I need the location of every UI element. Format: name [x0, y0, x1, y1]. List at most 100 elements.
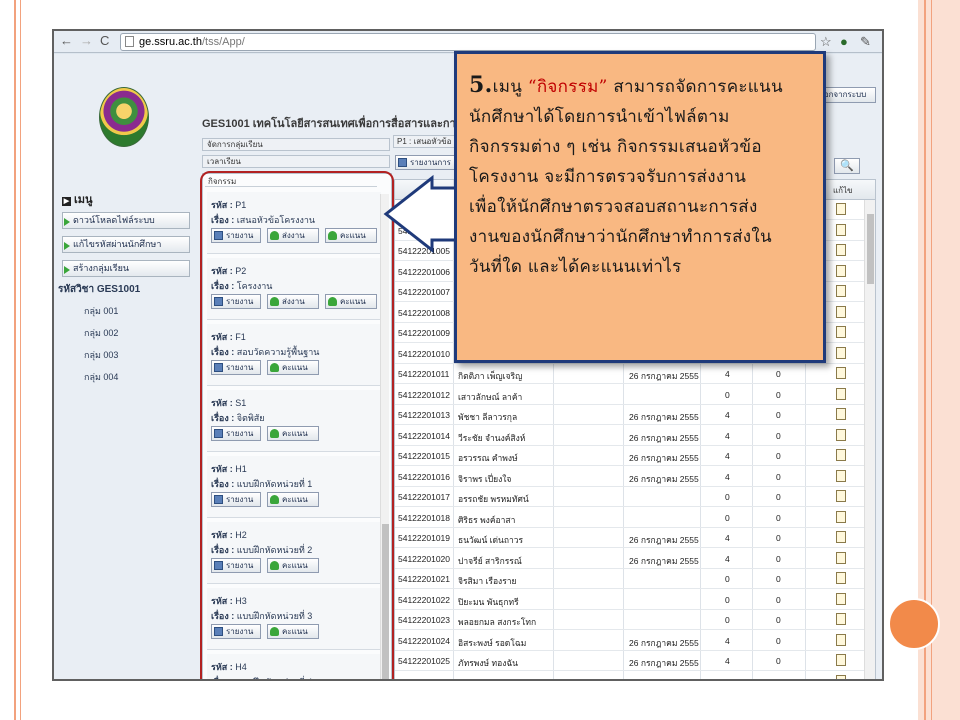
- edit-icon[interactable]: [836, 592, 846, 605]
- search-icon[interactable]: 🔍: [834, 158, 860, 174]
- edit-icon[interactable]: [836, 285, 846, 297]
- menu-title-label: เมนู: [74, 194, 93, 206]
- reload-icon[interactable]: C: [100, 33, 109, 48]
- submit-count: 4: [725, 369, 730, 379]
- edit-icon[interactable]: [836, 264, 846, 277]
- student-id: 54122201021: [398, 574, 451, 584]
- edit-icon[interactable]: [836, 531, 846, 543]
- header-edit: แก้ไข: [833, 186, 853, 195]
- report-button[interactable]: รายงานการ: [395, 155, 461, 170]
- score-value: 0: [776, 430, 781, 441]
- edit-icon[interactable]: [836, 510, 846, 523]
- score-value: 0: [776, 553, 781, 564]
- extension-icon[interactable]: ●: [840, 34, 848, 49]
- student-name: อิสระพงษ์ รอดโฉม: [458, 637, 527, 648]
- browser-toolbar: ← → C ge.ssru.ac.th/tss/App/ ☆ ● ✎: [54, 31, 882, 53]
- score-value: 0: [776, 410, 781, 420]
- student-id: 54122201014: [398, 430, 451, 441]
- edit-icon[interactable]: [836, 490, 846, 502]
- table-row: 54122201012 เสาวลักษณ์ ลาค้า 0 0: [395, 386, 865, 405]
- address-bar[interactable]: ge.ssru.ac.th/tss/App/: [120, 33, 816, 51]
- header-id: รหัส: [417, 186, 432, 195]
- edit-icon[interactable]: [836, 674, 846, 679]
- menu-item-download[interactable]: ดาวน์โหลดไฟล์ระบบ: [62, 212, 190, 229]
- student-id: 54122201009: [398, 328, 451, 338]
- score-value: 0: [776, 635, 781, 646]
- table-row: 54122201022 ปิยะมน พันธุกทรี 0 0: [395, 591, 865, 610]
- edit-icon[interactable]: [836, 654, 846, 666]
- student-id: 54122201018: [398, 512, 451, 523]
- submit-count: 4: [725, 533, 730, 543]
- student-name: พลอยกมล สงกระโทก: [458, 617, 537, 627]
- group-item-004[interactable]: กลุ่ม 004: [84, 370, 118, 384]
- menu-item-change-password[interactable]: แก้ไขรหัสผ่านนักศึกษา: [62, 236, 190, 253]
- score-value: 0: [776, 512, 781, 523]
- table-row: 54122201019 ธนวัฒน์ เด่นถาวร 26 กรกฎาคม 25…: [395, 529, 865, 548]
- manage-group-row[interactable]: จัดการกลุ่มเรียน: [202, 138, 390, 151]
- edit-icon[interactable]: [836, 223, 846, 236]
- submit-count: 4: [725, 635, 730, 646]
- group-item-001[interactable]: กลุ่ม 001: [84, 304, 118, 318]
- table-scrollbar[interactable]: [864, 200, 875, 679]
- edit-icon[interactable]: [836, 203, 846, 215]
- callout-line-3: กิจกรรมต่าง ๆ เช่น กิจกรรมเสนอหัวข้อ: [469, 137, 762, 157]
- table-scroll-thumb[interactable]: [867, 214, 874, 284]
- wrench-icon[interactable]: ✎: [860, 34, 871, 50]
- callout-line-5: เพื่อให้นักศึกษาตรวจสอบสถานะการส่ง: [469, 197, 758, 217]
- student-name: อรรถชัย พรหมทัศน์: [458, 494, 529, 504]
- edit-icon[interactable]: [836, 326, 846, 338]
- table-activity-label: P1 : เสนอหัวข้อ: [393, 135, 463, 148]
- score-value: 0: [776, 594, 781, 605]
- student-name: ปิยะมน พันธุกทรี: [458, 596, 519, 607]
- student-id: 54122201013: [398, 410, 451, 420]
- group-item-003[interactable]: กลุ่ม 003: [84, 348, 118, 362]
- student-name: อรวรรณ คำพงษ์: [458, 453, 518, 463]
- edit-icon[interactable]: [836, 449, 846, 461]
- edit-icon[interactable]: [836, 469, 846, 482]
- group-item-002[interactable]: กลุ่ม 002: [84, 326, 118, 340]
- edit-icon[interactable]: [836, 367, 846, 379]
- student-id: 54122201001: [398, 205, 451, 215]
- table-row: 54122201015 อรวรรณ คำพงษ์ 26 กรกฎาคม 2555 4…: [395, 447, 865, 466]
- class-time-row[interactable]: เวลาเรียน: [202, 155, 390, 168]
- edit-icon[interactable]: [836, 428, 846, 441]
- edit-icon[interactable]: [836, 244, 846, 256]
- table-row: 54122201025 ภัทรพงษ์ ทองฉัน 26 กรกฎาคม 255…: [395, 652, 865, 671]
- score-value: 0: [776, 492, 781, 502]
- student-id: 54122201011: [398, 369, 450, 379]
- edit-icon[interactable]: [836, 346, 846, 359]
- score-value: 0: [776, 656, 781, 666]
- student-name: จิราพร เปี่ยงใจ: [458, 473, 512, 484]
- edit-icon[interactable]: [836, 387, 846, 400]
- report-button-label: รายงานการ: [410, 158, 451, 167]
- submit-date: 26 กรกฎาคม 2555: [629, 535, 699, 545]
- student-name: พัชชา ลีลาวรกุล: [458, 412, 518, 422]
- edit-icon[interactable]: [836, 613, 846, 625]
- submit-count: 4: [725, 430, 730, 441]
- edit-icon[interactable]: [836, 305, 846, 318]
- edit-icon[interactable]: [836, 408, 846, 420]
- score-value: 0: [776, 677, 781, 680]
- callout-number: 5.: [469, 72, 493, 98]
- student-name: สิทธิกร อยู่ประเสริฐ: [458, 677, 528, 680]
- student-id: 54122201015: [398, 451, 451, 461]
- submit-date: 26 กรกฎาคม 2555: [629, 658, 699, 668]
- table-row: 54122201014 วีระชัย จำนงค์สิงห์ 26 กรกฎาคม…: [395, 427, 865, 446]
- student-name: วีระชัย จำนงค์สิงห์: [458, 432, 526, 443]
- edit-icon[interactable]: [836, 633, 846, 646]
- table-row: 54122201026 สิทธิกร อยู่ประเสริฐ 0 0: [395, 673, 865, 680]
- submit-count: 0: [725, 615, 730, 625]
- arrow-left-icon[interactable]: ←: [60, 33, 73, 48]
- arrow-right-icon[interactable]: →: [80, 33, 93, 48]
- student-id: 54122201010: [398, 348, 451, 359]
- menu-item-create-group[interactable]: สร้างกลุ่มเรียน: [62, 260, 190, 277]
- table-row: 54122201018 ศิริธร พงค์อาสา 0 0: [395, 509, 865, 528]
- submit-count: 0: [725, 594, 730, 605]
- student-id: 54122201025: [398, 656, 451, 666]
- star-icon[interactable]: ☆: [820, 34, 832, 50]
- edit-icon[interactable]: [836, 572, 846, 584]
- submit-count: 0: [725, 512, 730, 523]
- submit-date: 26 กรกฎาคม 2555: [629, 412, 699, 422]
- student-id: 54122201022: [398, 594, 451, 605]
- edit-icon[interactable]: [836, 551, 846, 564]
